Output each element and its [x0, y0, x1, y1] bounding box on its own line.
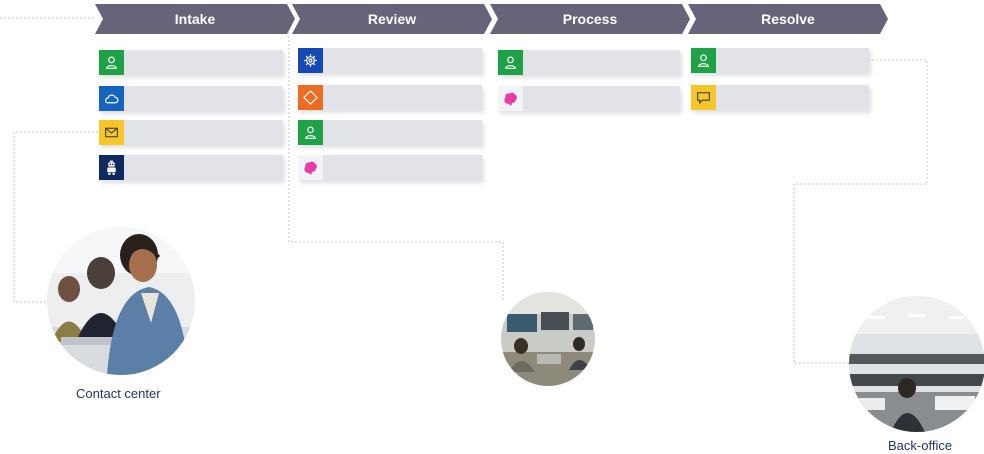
gear-icon: [298, 48, 323, 73]
stage-label: Process: [562, 11, 618, 27]
stage-label: Review: [367, 11, 417, 27]
step-bar: [298, 155, 482, 180]
diamond-icon: [298, 85, 323, 110]
step-bar: [498, 50, 680, 75]
brain-icon: [498, 86, 523, 111]
brain-icon: [298, 155, 323, 180]
stage-process: Process: [490, 4, 690, 34]
step-bar: [99, 50, 283, 75]
operations-room-photo: [501, 292, 595, 386]
person-icon: [99, 50, 124, 75]
stage-review: Review: [292, 4, 492, 34]
stage-intake: Intake: [95, 4, 295, 34]
robot-icon: [99, 155, 124, 180]
back-office-photo: [849, 296, 984, 432]
step-bar: [99, 120, 283, 145]
step-bar: [298, 120, 482, 145]
step-bar: [691, 85, 869, 110]
person-icon: [298, 120, 323, 145]
step-bar: [99, 155, 283, 180]
person-icon: [691, 48, 716, 73]
step-bar: [298, 85, 482, 110]
chat-bubble-icon: [691, 85, 716, 110]
location-caption: Back-office: [888, 438, 953, 453]
envelope-icon: [99, 120, 124, 145]
step-bar: [298, 48, 482, 73]
location-caption: Contact center: [76, 386, 161, 401]
stage-resolve: Resolve: [688, 4, 888, 34]
cloud-icon: [99, 86, 124, 111]
step-bar: [691, 48, 869, 73]
step-bar: [99, 86, 283, 111]
contact-center-photo: [47, 227, 195, 375]
stage-label: Intake: [174, 11, 216, 27]
stage-label: Resolve: [761, 11, 815, 27]
person-icon: [498, 50, 523, 75]
step-bar: [498, 86, 680, 111]
